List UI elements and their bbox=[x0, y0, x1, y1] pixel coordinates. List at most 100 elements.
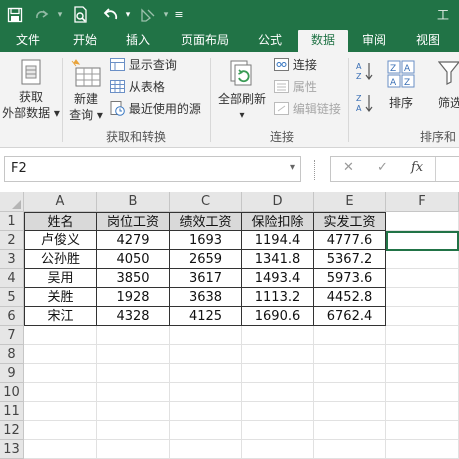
empty-cell[interactable] bbox=[170, 421, 242, 440]
empty-cell[interactable] bbox=[242, 345, 314, 364]
table-cell[interactable]: 3850 bbox=[97, 269, 170, 288]
table-cell[interactable]: 3617 bbox=[170, 269, 242, 288]
empty-cell[interactable] bbox=[170, 345, 242, 364]
formula-bar-grip[interactable] bbox=[314, 160, 316, 180]
enter-icon[interactable]: ✓ bbox=[377, 160, 388, 175]
empty-cell[interactable] bbox=[170, 326, 242, 345]
empty-cell[interactable] bbox=[24, 383, 97, 402]
from-table-button[interactable]: 从表格 bbox=[110, 78, 165, 96]
row-header[interactable]: 9 bbox=[0, 364, 24, 383]
empty-cell[interactable] bbox=[24, 402, 97, 421]
empty-cell[interactable] bbox=[386, 288, 459, 307]
table-header-cell[interactable]: 姓名 bbox=[24, 212, 97, 231]
empty-cell[interactable] bbox=[242, 383, 314, 402]
empty-cell[interactable] bbox=[314, 345, 386, 364]
row-header[interactable]: 6 bbox=[0, 307, 24, 326]
table-cell[interactable]: 1341.8 bbox=[242, 250, 314, 269]
tab-insert[interactable]: 插入 bbox=[116, 30, 160, 52]
table-cell[interactable]: 4328 bbox=[97, 307, 170, 326]
connections-button[interactable]: 连接 bbox=[274, 56, 317, 74]
row-header[interactable]: 13 bbox=[0, 440, 24, 459]
column-header-f[interactable]: F bbox=[386, 192, 459, 212]
column-header-e[interactable]: E bbox=[314, 192, 386, 212]
tab-view[interactable]: 视图 bbox=[406, 30, 450, 52]
tab-formulas[interactable]: 公式 bbox=[248, 30, 292, 52]
undo-dropdown-icon[interactable]: ▾ bbox=[122, 0, 134, 30]
table-cell[interactable]: 3638 bbox=[170, 288, 242, 307]
empty-cell[interactable] bbox=[24, 421, 97, 440]
table-cell[interactable]: 关胜 bbox=[24, 288, 97, 307]
table-cell[interactable]: 4125 bbox=[170, 307, 242, 326]
refresh-dropdown-icon[interactable]: ▾ bbox=[214, 108, 270, 123]
print-preview-icon[interactable] bbox=[70, 0, 92, 30]
insert-function-icon[interactable]: fx bbox=[411, 160, 423, 175]
table-cell[interactable]: 5367.2 bbox=[314, 250, 386, 269]
empty-cell[interactable] bbox=[97, 402, 170, 421]
row-header[interactable]: 12 bbox=[0, 421, 24, 440]
table-cell[interactable]: 卢俊义 bbox=[24, 231, 97, 250]
table-cell[interactable]: 4279 bbox=[97, 231, 170, 250]
row-header[interactable]: 5 bbox=[0, 288, 24, 307]
empty-cell[interactable] bbox=[314, 364, 386, 383]
empty-cell[interactable] bbox=[314, 402, 386, 421]
name-box-dropdown-icon[interactable]: ▾ bbox=[290, 162, 295, 173]
table-cell[interactable]: 1928 bbox=[97, 288, 170, 307]
empty-cell[interactable] bbox=[386, 364, 459, 383]
row-header[interactable]: 3 bbox=[0, 250, 24, 269]
table-header-cell[interactable]: 绩效工资 bbox=[170, 212, 242, 231]
table-cell[interactable]: 公孙胜 bbox=[24, 250, 97, 269]
row-header[interactable]: 1 bbox=[0, 212, 24, 231]
column-header-a[interactable]: A bbox=[24, 192, 97, 212]
empty-cell[interactable] bbox=[97, 345, 170, 364]
empty-cell[interactable] bbox=[386, 440, 459, 459]
empty-cell[interactable] bbox=[97, 421, 170, 440]
get-external-data-button[interactable]: 获取 外部数据 ▾ bbox=[2, 56, 60, 122]
table-cell[interactable]: 1113.2 bbox=[242, 288, 314, 307]
empty-cell[interactable] bbox=[170, 402, 242, 421]
empty-cell[interactable] bbox=[386, 345, 459, 364]
save-icon[interactable] bbox=[4, 0, 26, 30]
empty-cell[interactable] bbox=[242, 402, 314, 421]
empty-cell[interactable] bbox=[386, 250, 459, 269]
table-cell[interactable]: 4777.6 bbox=[314, 231, 386, 250]
empty-cell[interactable] bbox=[170, 383, 242, 402]
table-header-cell[interactable]: 实发工资 bbox=[314, 212, 386, 231]
tab-home[interactable]: 开始 bbox=[60, 30, 110, 52]
table-cell[interactable]: 1693 bbox=[170, 231, 242, 250]
column-header-b[interactable]: B bbox=[97, 192, 170, 212]
table-cell[interactable]: 4050 bbox=[97, 250, 170, 269]
empty-cell[interactable] bbox=[24, 345, 97, 364]
empty-cell[interactable] bbox=[97, 383, 170, 402]
empty-cell[interactable] bbox=[242, 440, 314, 459]
empty-cell[interactable] bbox=[242, 364, 314, 383]
empty-cell[interactable] bbox=[97, 440, 170, 459]
empty-cell[interactable] bbox=[24, 326, 97, 345]
empty-cell[interactable] bbox=[386, 212, 459, 231]
worksheet-grid[interactable]: A B C D E F 1 2 3 4 5 6 7 8 9 10 11 12 13 姓名 岗位工资 绩效工资… bbox=[0, 192, 459, 459]
sort-ascending-button[interactable]: AZ bbox=[354, 60, 376, 82]
table-cell[interactable]: 6762.4 bbox=[314, 307, 386, 326]
empty-cell[interactable] bbox=[170, 364, 242, 383]
customize-toolbar-icon[interactable]: ≡ bbox=[172, 0, 186, 30]
name-box[interactable]: F2 ▾ bbox=[4, 156, 301, 182]
table-cell[interactable]: 4452.8 bbox=[314, 288, 386, 307]
table-cell[interactable]: 1493.4 bbox=[242, 269, 314, 288]
empty-cell[interactable] bbox=[24, 364, 97, 383]
table-cell[interactable]: 5973.6 bbox=[314, 269, 386, 288]
empty-cell[interactable] bbox=[314, 383, 386, 402]
table-cell[interactable]: 1690.6 bbox=[242, 307, 314, 326]
row-header[interactable]: 10 bbox=[0, 383, 24, 402]
refresh-all-button[interactable]: 全部刷新 ▾ bbox=[214, 56, 270, 122]
tab-data[interactable]: 数据 bbox=[298, 30, 348, 52]
empty-cell[interactable] bbox=[314, 326, 386, 345]
column-header-c[interactable]: C bbox=[170, 192, 242, 212]
select-all-corner[interactable] bbox=[0, 192, 24, 212]
empty-cell[interactable] bbox=[97, 364, 170, 383]
empty-cell[interactable] bbox=[24, 440, 97, 459]
tab-review[interactable]: 审阅 bbox=[352, 30, 396, 52]
filter-button[interactable]: 筛选 bbox=[434, 56, 459, 122]
empty-cell[interactable] bbox=[314, 440, 386, 459]
empty-cell[interactable] bbox=[170, 440, 242, 459]
empty-cell[interactable] bbox=[386, 269, 459, 288]
table-cell[interactable]: 2659 bbox=[170, 250, 242, 269]
